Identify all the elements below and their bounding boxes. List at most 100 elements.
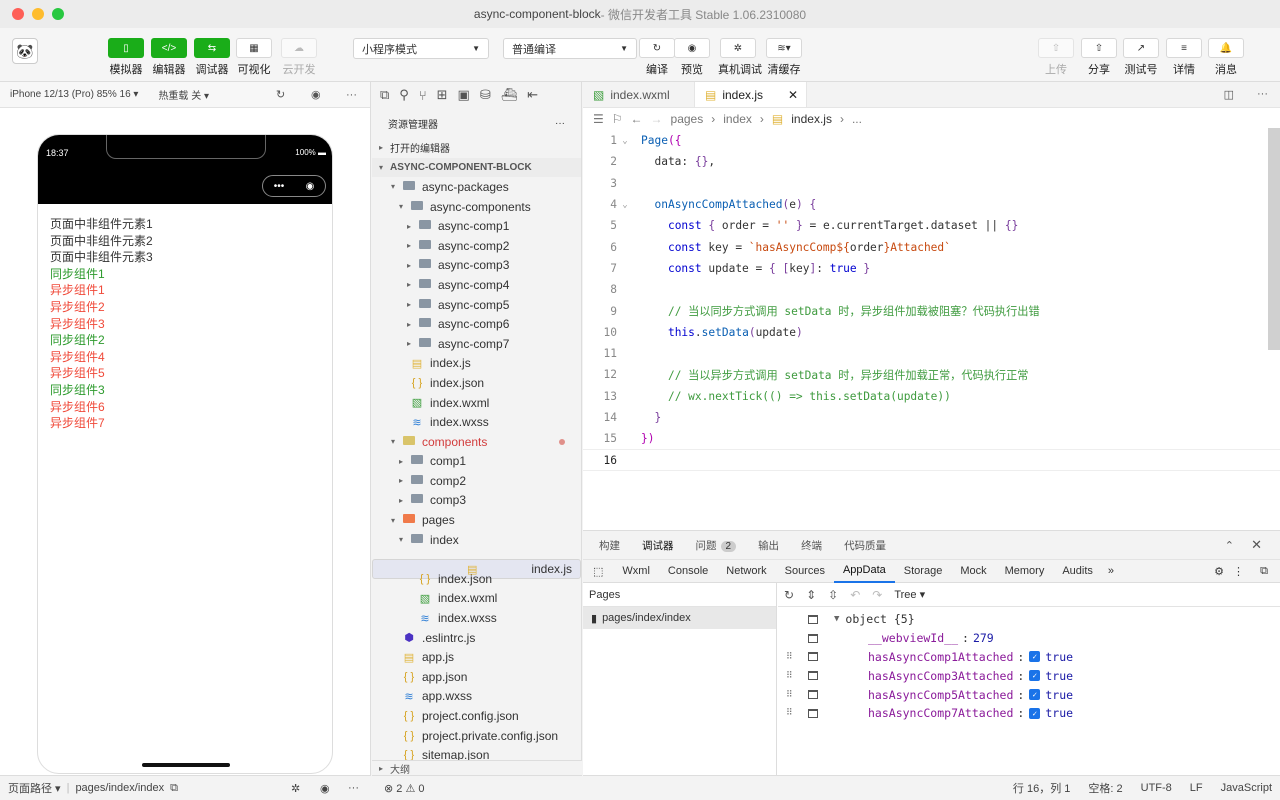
tree-item[interactable]: { } project.private.config.json — [372, 726, 581, 746]
devtools-tab-audits[interactable]: Audits — [1053, 559, 1102, 583]
panel-tab[interactable]: 问题 2 — [696, 538, 737, 553]
files-icon[interactable]: ⧉ — [380, 87, 389, 103]
view-mode-select[interactable]: Tree ▾ — [894, 588, 925, 601]
cursor-position[interactable]: 行 16，列 1 — [1013, 780, 1070, 796]
user-avatar[interactable]: 🐼 — [12, 38, 38, 64]
refresh-icon[interactable]: ↻ — [784, 588, 794, 602]
kebab-menu-icon[interactable]: ⋮ — [1233, 565, 1244, 578]
tree-item[interactable]: ▸ async-comp4 — [372, 275, 581, 295]
copy-icon[interactable]: ⧉ — [170, 782, 178, 795]
tree-item[interactable]: ▾ pages — [372, 510, 581, 530]
compile-mode-select[interactable]: 普通编译 ▼ — [503, 38, 637, 59]
code-line[interactable]: 12 // 当以异步方式调用 setData 时，异步组件加载正常，代码执行正常 — [583, 364, 1280, 385]
tree-row-prop[interactable]: ⠿ hasAsyncComp5Attached: ✓ true — [778, 685, 1280, 704]
tree-item[interactable]: ≋ app.wxss — [372, 687, 581, 707]
code-line[interactable]: 4 ⌄ onAsyncCompAttached(e) { — [583, 194, 1280, 215]
devtools-tab-console[interactable]: Console — [659, 559, 717, 583]
tree-item[interactable]: ▸ comp2 — [372, 471, 581, 491]
tree-item[interactable]: ▸ async-comp1 — [372, 216, 581, 236]
panel-tab[interactable]: 终端 — [801, 538, 822, 553]
tree-item[interactable]: ▸ async-comp6 — [372, 314, 581, 334]
device-select[interactable]: iPhone 12/13 (Pro) 85% 16 ▾ — [10, 89, 138, 100]
code-line[interactable]: 5 const { order = '' } = e.currentTarget… — [583, 215, 1280, 236]
tree-item[interactable]: ▸ async-comp3 — [372, 256, 581, 276]
bug-icon[interactable]: ✲ — [291, 782, 300, 795]
rotate-icon[interactable]: ↻ — [276, 88, 285, 101]
tree-row-prop[interactable]: ⠿ hasAsyncComp7Attached: ✓ true — [778, 704, 1280, 723]
undo-icon[interactable]: ↶ — [850, 588, 860, 602]
forward-icon[interactable]: → — [651, 112, 663, 126]
code-line[interactable]: 1 ⌄ Page({ — [583, 130, 1280, 151]
dock-icon[interactable]: ⧉ — [1260, 565, 1268, 578]
code-line[interactable]: 8 — [583, 279, 1280, 300]
tree-item[interactable]: { } index.json — [372, 569, 581, 589]
drag-handle-icon[interactable]: ⠿ — [786, 652, 793, 662]
tree-row-prop[interactable]: ⠿ hasAsyncComp1Attached: ✓ true — [778, 648, 1280, 667]
close-circle-icon[interactable]: ◉ — [306, 181, 315, 192]
code-line[interactable]: 9 // 当以同步方式调用 setData 时，异步组件加载被阻塞？代码执行出错 — [583, 300, 1280, 321]
tree-item[interactable]: ▸ async-comp7 — [372, 334, 581, 354]
tree-item[interactable]: ▾ index — [372, 530, 581, 550]
devtools-tab-appdata[interactable]: AppData — [833, 559, 895, 583]
tree-item[interactable]: ▸ async-comp2 — [372, 236, 581, 256]
encoding[interactable]: UTF-8 — [1141, 782, 1172, 794]
upload-button[interactable]: ⇧ 上传 — [1036, 38, 1076, 77]
tree-item[interactable]: { } index.json — [372, 373, 581, 393]
page-path-select[interactable]: 页面路径 ▾ — [8, 780, 61, 796]
code-line[interactable]: 10 this.setData(update) — [583, 322, 1280, 343]
messages-button[interactable]: 🔔 消息 — [1206, 38, 1246, 77]
clear-cache-button[interactable]: ≋▾ 清缓存 — [764, 38, 804, 77]
bookmark-icon[interactable]: ⚐ — [612, 112, 623, 126]
cloud-sync-icon[interactable]: ⛁ — [480, 87, 491, 103]
checkbox-checked-icon[interactable]: ✓ — [1029, 670, 1041, 682]
close-icon[interactable]: ✕ — [788, 88, 798, 102]
image-icon[interactable]: ▣ — [458, 87, 470, 103]
breadcrumb-item[interactable]: index.js — [791, 112, 832, 126]
end-of-line[interactable]: LF — [1190, 782, 1203, 794]
eye-icon[interactable]: ◉ — [320, 782, 330, 795]
editor-tab[interactable]: ▤ index.js ✕ — [695, 82, 807, 107]
test-account-button[interactable]: ↗ 测试号 — [1121, 38, 1161, 77]
fold-chevron-icon[interactable]: ⌄ — [617, 136, 633, 146]
tree-item[interactable]: ▾ async-components — [372, 197, 581, 217]
project-section[interactable]: ▾ ASYNC-COMPONENT-BLOCK — [372, 157, 581, 178]
remote-debug-button[interactable]: ✲ 真机调试 — [718, 38, 762, 77]
cloud-button[interactable]: ☁ 云开发 — [279, 38, 319, 77]
record-icon[interactable]: ◉ — [311, 88, 321, 101]
language-mode[interactable]: JavaScript — [1221, 782, 1272, 794]
chevron-up-icon[interactable]: ⌃ — [1225, 539, 1234, 552]
code-line[interactable]: 3 — [583, 173, 1280, 194]
tree-item[interactable]: ≋ index.wxss — [372, 608, 581, 628]
simulator-button[interactable]: ▯ 模拟器 — [106, 38, 146, 77]
devtools-tab-wxml[interactable]: Wxml — [613, 559, 659, 583]
devtools-tab-storage[interactable]: Storage — [895, 559, 952, 583]
close-window-button[interactable] — [12, 8, 24, 20]
code-line[interactable]: 2 data: {}, — [583, 151, 1280, 172]
extensions-icon[interactable]: ⊞ — [437, 87, 448, 103]
devtools-tab-network[interactable]: Network — [717, 559, 775, 583]
docker-icon[interactable]: ⛴ — [501, 87, 518, 103]
search-icon[interactable]: ⚲ — [399, 87, 409, 103]
more-icon[interactable]: ··· — [346, 89, 357, 101]
tree-item[interactable]: ▤ index.js — [372, 354, 581, 374]
more-icon[interactable]: ··· — [1257, 88, 1268, 100]
tree-item[interactable]: ▧ index.wxml — [372, 393, 581, 413]
devtools-tab-sources[interactable]: Sources — [776, 559, 834, 583]
drag-handle-icon[interactable]: ⠿ — [786, 690, 793, 700]
source-control-icon[interactable]: ⑂ — [419, 88, 427, 103]
compile-button[interactable]: ↻ 编译 — [637, 38, 677, 77]
checkbox-checked-icon[interactable]: ✓ — [1029, 689, 1041, 701]
tree-row-webview[interactable]: __webviewId__:279 — [778, 629, 1280, 648]
code-line[interactable]: 11 — [583, 343, 1280, 364]
tree-item[interactable]: ▤ app.js — [372, 647, 581, 667]
back-icon[interactable]: ← — [631, 112, 643, 126]
editor-button[interactable]: </> 编辑器 — [149, 38, 189, 77]
hot-reload-select[interactable]: 热重载 关 ▾ — [158, 87, 209, 102]
code-line[interactable]: 15}) — [583, 428, 1280, 449]
settings-icon[interactable]: ⚙ — [1214, 565, 1224, 578]
drag-handle-icon[interactable]: ⠿ — [786, 671, 793, 681]
breadcrumb-item[interactable]: ... — [852, 112, 862, 126]
list-icon[interactable]: ☰ — [593, 112, 604, 126]
collapse-all-icon[interactable]: ⇳ — [828, 588, 838, 602]
breadcrumb-item[interactable]: pages — [671, 112, 704, 126]
